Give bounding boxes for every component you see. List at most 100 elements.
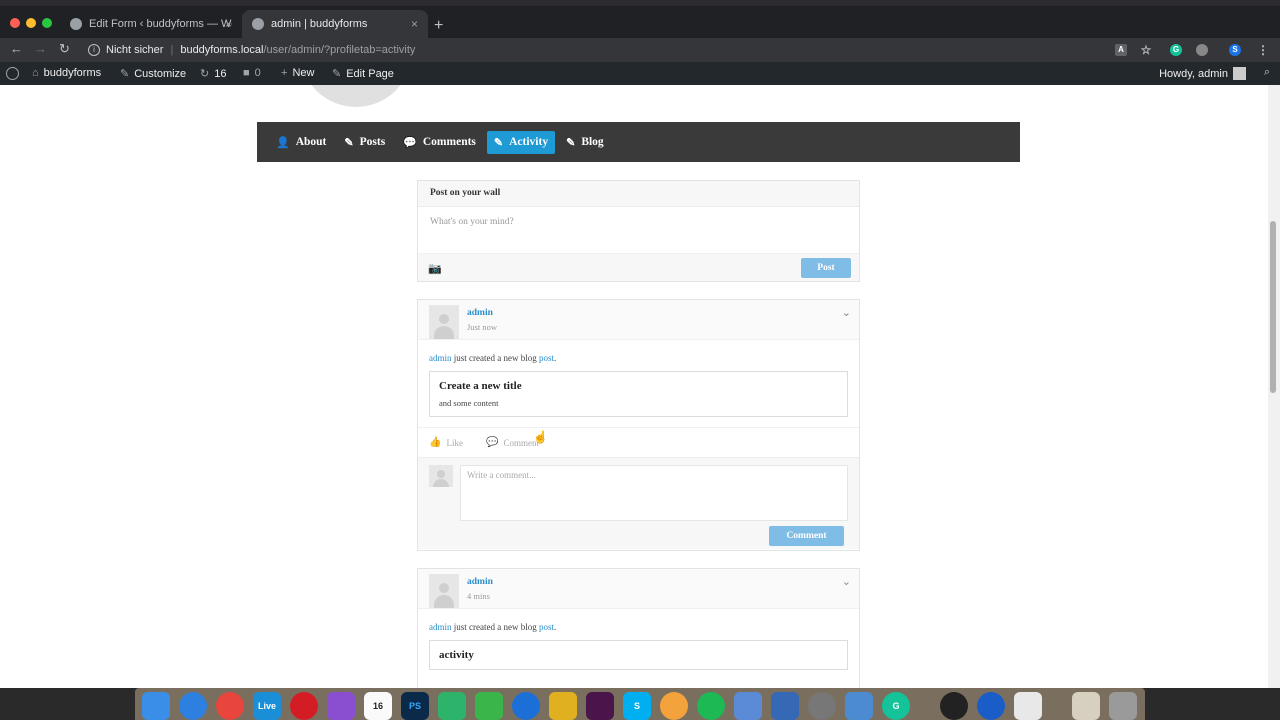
preview-icon[interactable] <box>734 692 762 720</box>
profile-nav-activity[interactable]: ✎ Activity <box>486 130 556 154</box>
howdy-label: Howdy, admin <box>1159 67 1228 80</box>
app-icon[interactable] <box>845 692 873 720</box>
live-app-icon[interactable]: Live <box>253 692 281 720</box>
sourcetree-icon[interactable] <box>438 692 466 720</box>
search-icon[interactable]: ⌕ <box>1264 66 1270 79</box>
activity-embed[interactable]: Create a new title and some content <box>429 371 848 417</box>
post-button[interactable]: Post <box>801 258 851 278</box>
activity-user-link[interactable]: admin <box>467 577 493 587</box>
like-label: Like <box>446 437 463 448</box>
minimize-window-button[interactable] <box>26 18 36 28</box>
activity-text: admin just created a new blog post. <box>418 609 859 640</box>
grammarly-extension-icon[interactable]: G <box>1170 44 1182 56</box>
audio-app-icon[interactable] <box>327 692 355 720</box>
submit-comment-button[interactable]: Comment <box>769 526 844 546</box>
close-tab-icon[interactable]: × <box>225 17 232 31</box>
profile-nav-posts[interactable]: ✎ Posts <box>337 131 392 154</box>
tab-title: admin | buddyforms <box>271 18 368 30</box>
avatar <box>1233 67 1246 80</box>
updates-link[interactable]: ↻ 16 <box>200 67 226 81</box>
chrome-icon[interactable] <box>216 692 244 720</box>
bookmark-star-icon[interactable]: ☆ <box>1140 44 1152 56</box>
wordpress-favicon-icon <box>252 18 264 30</box>
chevron-down-icon[interactable]: ⌄ <box>842 575 851 588</box>
post-link[interactable]: post <box>539 353 554 363</box>
spotify-icon[interactable] <box>697 692 725 720</box>
1password-icon[interactable] <box>977 692 1005 720</box>
comments-count: 0 <box>254 67 261 79</box>
comments-link[interactable]: ■ 0 <box>243 67 261 79</box>
chrome-menu-icon[interactable]: ⋮ <box>1257 44 1269 56</box>
app-icon[interactable] <box>940 692 968 720</box>
browser-tabstrip: Edit Form ‹ buddyforms — Wo × admin | bu… <box>0 6 1280 38</box>
skype-icon[interactable]: S <box>623 692 651 720</box>
close-window-button[interactable] <box>10 18 20 28</box>
camera-icon[interactable]: 📷 <box>428 262 442 275</box>
user-icon: 👤 <box>276 136 290 149</box>
activity-user-link[interactable]: admin <box>467 308 493 318</box>
like-button[interactable]: 👍 Like <box>429 437 463 448</box>
pencil-icon: ✎ <box>332 68 342 80</box>
activity-user-link[interactable]: admin <box>429 353 452 363</box>
finder-icon[interactable] <box>142 692 170 720</box>
forward-arrow-icon[interactable]: → <box>34 41 47 56</box>
avatar <box>429 305 459 339</box>
scrollbar-thumb[interactable] <box>1270 221 1276 393</box>
extension-icon[interactable] <box>1196 44 1208 56</box>
dashboard-icon: ⌂ <box>32 67 39 79</box>
activity-item: admin 4 mins ⌄ admin just created a new … <box>417 568 860 688</box>
nav-label: Posts <box>359 136 386 148</box>
chevron-down-icon[interactable]: ⌄ <box>842 306 851 319</box>
post-link[interactable]: post <box>539 622 554 632</box>
profile-nav-blog[interactable]: ✎ Blog <box>559 131 611 154</box>
close-tab-icon[interactable]: × <box>411 17 418 31</box>
photos-icon[interactable] <box>660 692 688 720</box>
maximize-window-button[interactable] <box>42 18 52 28</box>
translate-icon[interactable]: A <box>1115 44 1127 56</box>
reload-icon[interactable]: ↻ <box>59 41 70 57</box>
profile-nav-about[interactable]: 👤 About <box>269 131 333 154</box>
slack-icon[interactable] <box>586 692 614 720</box>
wordpress-logo-icon[interactable] <box>6 67 19 80</box>
maps-icon[interactable] <box>512 692 540 720</box>
xcode-icon[interactable] <box>771 692 799 720</box>
downloads-stack-icon[interactable] <box>1072 692 1100 720</box>
back-arrow-icon[interactable]: ← <box>10 41 23 56</box>
new-tab-button[interactable]: + <box>434 18 443 34</box>
browser-tab-edit-form[interactable]: Edit Form ‹ buddyforms — Wo × <box>60 10 242 38</box>
photoshop-icon[interactable]: PS <box>401 692 429 720</box>
nav-label: Activity <box>509 136 549 148</box>
customize-label: Customize <box>134 67 187 80</box>
activity-embed[interactable]: activity <box>429 640 848 670</box>
url-host: buddyforms.local <box>180 44 264 56</box>
activity-user-link[interactable]: admin <box>429 622 452 632</box>
profile-nav-comments[interactable]: 💬 Comments <box>396 131 483 154</box>
post-on-wall-input[interactable]: What's on your mind? <box>418 207 859 253</box>
opera-icon[interactable] <box>290 692 318 720</box>
activity-text-end: . <box>553 353 557 363</box>
document-icon[interactable] <box>1014 692 1042 720</box>
profile-avatar[interactable]: S <box>1229 44 1241 56</box>
comment-input[interactable]: Write a comment... <box>460 465 848 521</box>
safari-icon[interactable] <box>179 692 207 720</box>
address-bar[interactable]: i Nicht sicher | buddyforms.local /user/… <box>88 40 1118 60</box>
wp-admin-bar: ⌂ buddyforms ✎ Customize ↻ 16 ■ 0 + New … <box>0 62 1280 85</box>
browser-tab-admin[interactable]: admin | buddyforms × <box>242 10 428 38</box>
activity-text-end: . <box>553 622 557 632</box>
my-account-menu[interactable]: Howdy, admin <box>1159 67 1246 80</box>
trash-icon[interactable] <box>1109 692 1137 720</box>
app-icon[interactable] <box>549 692 577 720</box>
comment-button[interactable]: 💬 Comment <box>486 437 539 448</box>
browser-toolbar: ← → ↻ i Nicht sicher | buddyforms.local … <box>0 38 1280 62</box>
nav-label: Comments <box>422 136 476 148</box>
new-content-link[interactable]: + New <box>281 67 314 79</box>
system-preferences-icon[interactable] <box>808 692 836 720</box>
grammarly-app-icon[interactable]: G <box>882 692 910 720</box>
calendar-icon[interactable]: 16 <box>364 692 392 720</box>
site-name-label: buddyforms <box>43 67 102 79</box>
customize-link[interactable]: ✎ Customize <box>120 67 187 81</box>
activity-actions: 👍 Like 💬 Comment <box>418 427 859 457</box>
site-name-link[interactable]: ⌂ buddyforms <box>32 67 101 79</box>
edit-page-link[interactable]: ✎ Edit Page <box>332 67 394 81</box>
app-icon[interactable] <box>475 692 503 720</box>
